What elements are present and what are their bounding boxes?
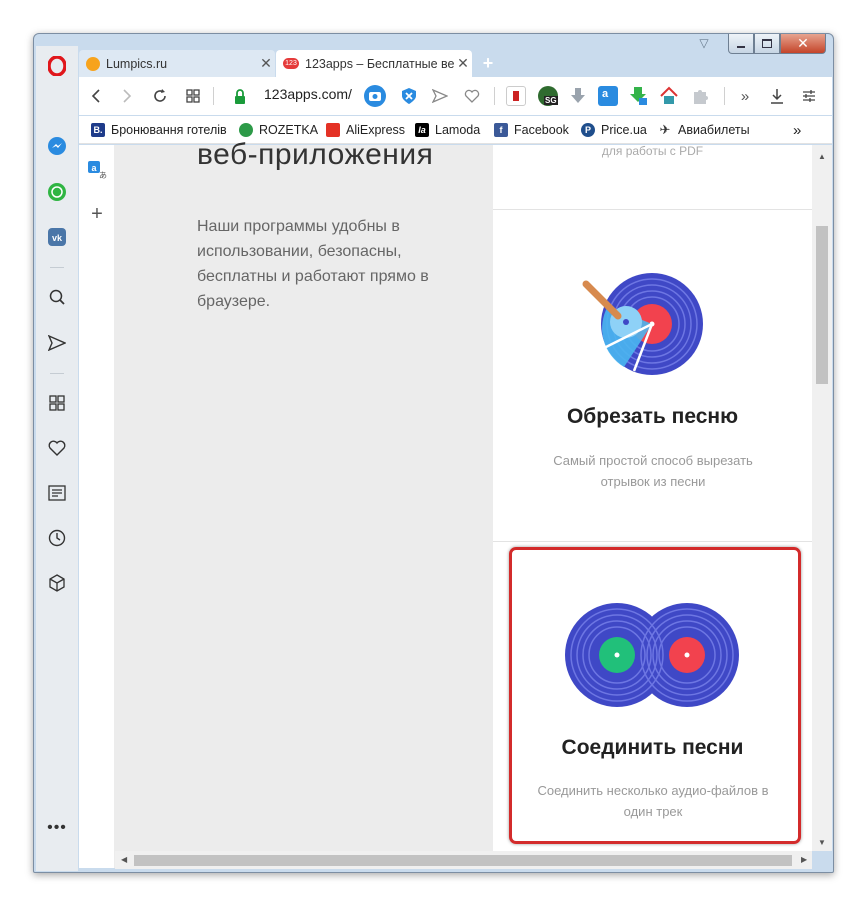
bookmark-aviabilety[interactable]: ✈ Авиабилеты	[658, 121, 750, 139]
bookmark-rozetka[interactable]: ROZETKA	[239, 121, 318, 139]
settings-sliders-icon	[803, 90, 815, 102]
bookmark-heart-button[interactable]	[462, 85, 482, 107]
messenger-icon[interactable]	[46, 135, 68, 157]
reload-button[interactable]	[150, 85, 170, 107]
whatsapp-icon[interactable]	[46, 181, 68, 203]
tab-menu-icon[interactable]: ▽	[695, 36, 713, 50]
easy-setup-button[interactable]	[799, 85, 819, 107]
send-icon	[432, 89, 448, 103]
add-panel-icon[interactable]: +	[88, 203, 106, 225]
page-description: Наши программы удобны в использовании, б…	[197, 218, 429, 310]
history-clock-icon[interactable]	[46, 527, 68, 549]
tab-title: Lumpics.ru	[106, 56, 168, 71]
previous-card-description: для работы с PDF	[601, 144, 704, 158]
123apps-favicon-icon: 123	[283, 58, 299, 69]
highlight-frame	[509, 547, 801, 844]
download-icon	[771, 89, 783, 104]
forward-button[interactable]	[117, 85, 137, 107]
shield-x-icon	[402, 88, 416, 104]
vertical-scroll-thumb[interactable]	[816, 226, 828, 384]
more-bookmarks-icon[interactable]: »	[793, 121, 801, 139]
lumpics-favicon-icon	[86, 56, 100, 71]
bookmarks-heart-icon[interactable]	[46, 437, 68, 459]
lamoda-icon: la	[415, 123, 429, 137]
page-heading: веб-приложения	[197, 138, 434, 171]
address-field[interactable]: 123apps.com/	[264, 86, 352, 102]
aliexpress-icon	[326, 123, 340, 137]
bookmark-aliexpress[interactable]: AliExpress	[326, 121, 405, 139]
tab-123apps[interactable]: 123 123apps – Бесплатные веб ✕	[276, 50, 472, 77]
bookmark-priceua[interactable]: P Price.ua	[581, 121, 647, 139]
close-tab-icon[interactable]: ✕	[257, 55, 275, 72]
tab-lumpics[interactable]: Lumpics.ru ✕	[79, 50, 275, 77]
cut-song-vinyl-icon	[582, 273, 703, 375]
send-icon[interactable]	[46, 332, 68, 354]
bookmark-lamoda[interactable]: la Lamoda	[415, 121, 480, 139]
vk-icon[interactable]: vk	[46, 226, 68, 248]
ext-note-icon[interactable]	[506, 86, 526, 106]
horizontal-scroll-thumb[interactable]	[134, 855, 792, 866]
bookmark-booking[interactable]: B. Бронювання готелів	[91, 121, 227, 139]
close-icon: ✕	[797, 35, 809, 51]
side-panel	[79, 145, 115, 868]
minimize-icon	[737, 45, 745, 48]
downloads-button[interactable]	[767, 85, 787, 107]
rozetka-icon	[239, 123, 253, 137]
back-button[interactable]	[86, 85, 106, 107]
svg-text:あ: あ	[99, 171, 107, 180]
maximize-icon	[762, 39, 772, 48]
plane-icon: ✈	[659, 122, 671, 137]
tab-title: 123apps – Бесплатные веб	[305, 56, 454, 71]
camera-icon	[364, 85, 386, 107]
snapshot-button[interactable]	[364, 85, 386, 107]
lock-icon[interactable]	[231, 85, 249, 107]
svg-text:vk: vk	[52, 233, 63, 243]
maximize-button[interactable]	[754, 34, 780, 54]
scroll-left-icon[interactable]: ◀	[121, 855, 127, 864]
card-description: Самый простой способ вырезать отрывок из…	[553, 453, 753, 489]
bookmark-facebook[interactable]: f Facebook	[494, 121, 569, 139]
scroll-right-icon[interactable]: ▶	[801, 855, 807, 864]
card-title: Обрезать песню	[566, 405, 739, 428]
ext-download-arrow-icon[interactable]	[568, 86, 588, 106]
facebook-icon: f	[494, 123, 508, 137]
grid-icon	[186, 89, 200, 103]
minimize-button[interactable]	[728, 34, 754, 54]
ext-home-icon[interactable]	[659, 86, 679, 106]
priceua-icon: P	[581, 123, 595, 137]
send-button[interactable]	[430, 85, 450, 107]
more-extensions-icon[interactable]: »	[736, 85, 754, 107]
ext-globe-icon[interactable]: SG	[538, 86, 558, 106]
news-icon[interactable]	[46, 482, 68, 504]
more-options-icon[interactable]: •••	[46, 817, 68, 839]
plus-icon: +	[482, 53, 494, 73]
heart-icon	[464, 89, 480, 103]
opera-logo-icon[interactable]	[46, 55, 68, 77]
ext-green-download-icon[interactable]	[628, 86, 648, 106]
scroll-down-icon[interactable]: ▼	[818, 838, 826, 847]
extensions-cube-icon[interactable]	[46, 572, 68, 594]
ext-puzzle-icon[interactable]	[690, 86, 710, 106]
speed-dial-icon[interactable]	[46, 392, 68, 414]
speed-dial-button[interactable]	[183, 85, 203, 107]
scroll-up-icon[interactable]: ▲	[818, 152, 826, 161]
reload-icon	[154, 89, 166, 102]
booking-icon: B.	[91, 123, 105, 137]
adblock-button[interactable]	[399, 85, 419, 107]
search-icon[interactable]	[46, 286, 68, 308]
translate-panel-icon[interactable]: aあ	[87, 160, 107, 180]
close-tab-icon[interactable]: ✕	[454, 55, 472, 72]
forward-icon	[123, 89, 132, 103]
back-icon	[91, 89, 100, 103]
new-tab-button[interactable]: +	[478, 53, 498, 73]
close-window-button[interactable]: ✕	[780, 34, 826, 54]
ext-translate-icon[interactable]: a	[598, 86, 618, 106]
